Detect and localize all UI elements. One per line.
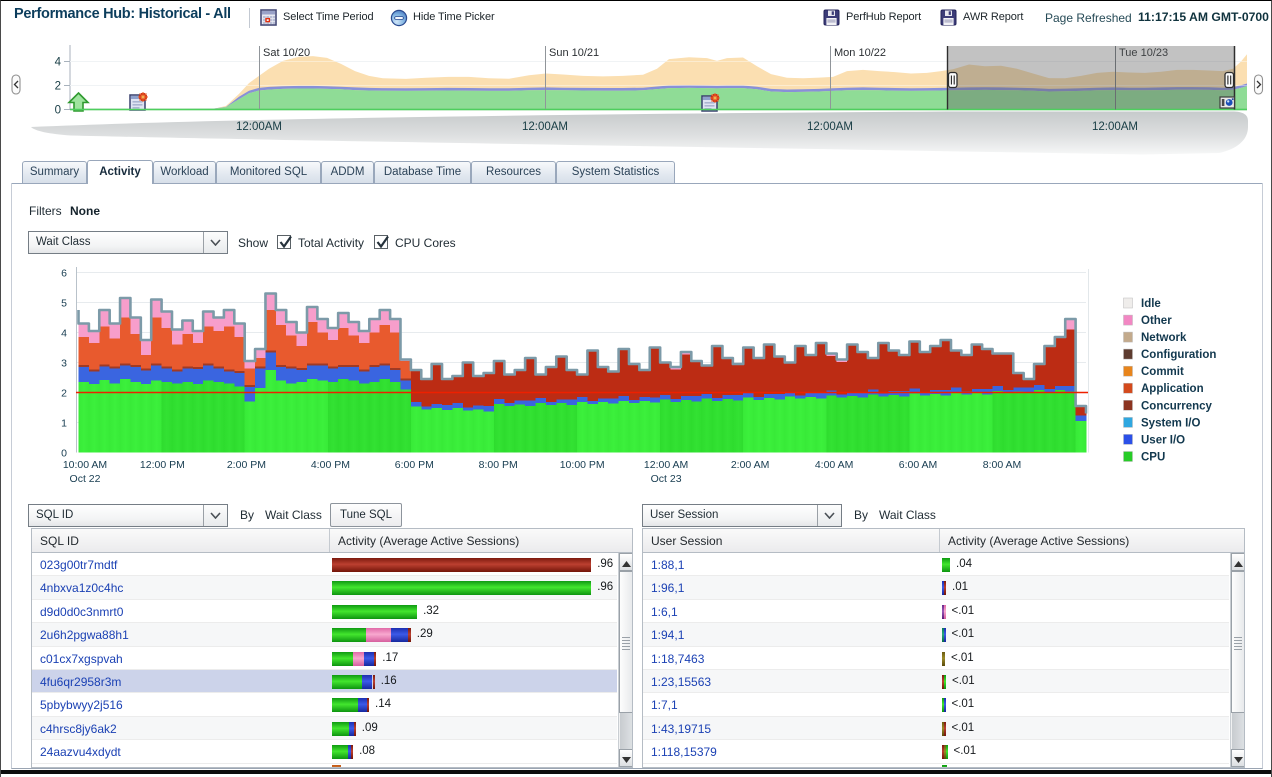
svg-text:1: 1 xyxy=(61,418,67,430)
svg-text:6:00 PM: 6:00 PM xyxy=(395,459,434,471)
svg-text:6: 6 xyxy=(61,268,67,280)
svg-text:Sun 10/21: Sun 10/21 xyxy=(549,47,599,59)
svg-text:Oct 22: Oct 22 xyxy=(70,473,101,485)
svg-text:2:00 AM: 2:00 AM xyxy=(731,459,770,471)
svg-text:2: 2 xyxy=(55,81,61,93)
svg-text:4: 4 xyxy=(55,57,62,69)
svg-text:Other: Other xyxy=(1141,315,1172,327)
svg-text:8:00 PM: 8:00 PM xyxy=(479,459,518,471)
svg-text:5: 5 xyxy=(61,298,67,310)
svg-text:12:00AM: 12:00AM xyxy=(807,121,853,133)
svg-text:4:00 PM: 4:00 PM xyxy=(311,459,350,471)
svg-text:CPU: CPU xyxy=(1141,452,1165,464)
svg-text:2:00 PM: 2:00 PM xyxy=(227,459,266,471)
svg-text:12:00 AM: 12:00 AM xyxy=(644,459,688,471)
svg-text:6:00 AM: 6:00 AM xyxy=(899,459,938,471)
svg-text:Sat 10/20: Sat 10/20 xyxy=(263,47,310,59)
svg-text:Configuration: Configuration xyxy=(1141,349,1216,361)
svg-text:0: 0 xyxy=(55,105,61,117)
svg-text:System I/O: System I/O xyxy=(1141,417,1200,429)
svg-text:Commit: Commit xyxy=(1141,366,1184,378)
svg-text:Oct 23: Oct 23 xyxy=(651,473,682,485)
svg-text:4: 4 xyxy=(61,328,67,340)
svg-text:3: 3 xyxy=(61,358,67,370)
svg-text:8:00 AM: 8:00 AM xyxy=(983,459,1022,471)
svg-text:12:00AM: 12:00AM xyxy=(1092,121,1138,133)
svg-text:Mon 10/22: Mon 10/22 xyxy=(834,47,886,59)
svg-text:10:00 AM: 10:00 AM xyxy=(63,459,107,471)
svg-text:4:00 AM: 4:00 AM xyxy=(815,459,854,471)
svg-text:2: 2 xyxy=(61,388,67,400)
svg-text:Network: Network xyxy=(1141,332,1187,344)
svg-text:Application: Application xyxy=(1141,383,1204,395)
svg-text:12:00AM: 12:00AM xyxy=(522,121,568,133)
svg-text:Concurrency: Concurrency xyxy=(1141,400,1213,412)
svg-text:12:00AM: 12:00AM xyxy=(236,121,282,133)
svg-text:12:00 PM: 12:00 PM xyxy=(140,459,185,471)
svg-text:Idle: Idle xyxy=(1141,298,1161,310)
svg-text:0: 0 xyxy=(61,448,67,460)
svg-text:10:00 PM: 10:00 PM xyxy=(560,459,605,471)
svg-text:User I/O: User I/O xyxy=(1141,434,1185,446)
